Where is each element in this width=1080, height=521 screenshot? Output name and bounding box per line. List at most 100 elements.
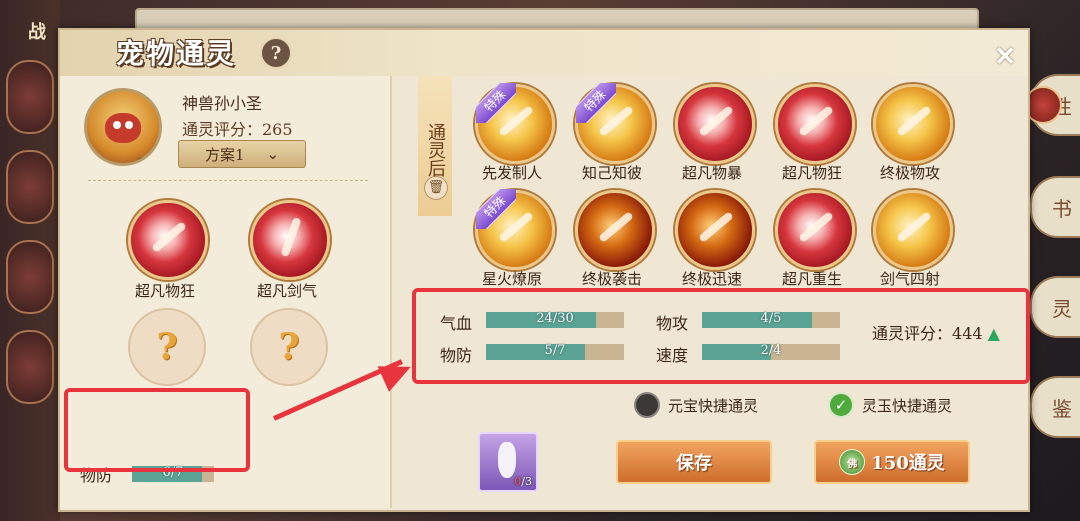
close-icon[interactable]: ✕: [994, 42, 1016, 72]
special-tag-label: 特殊: [476, 83, 516, 123]
skill-emblem-icon: [798, 211, 834, 243]
side-tab-spirit[interactable]: 灵: [1030, 276, 1080, 338]
after-stat-value: 2/4: [760, 343, 782, 358]
after-skill-10[interactable]: [873, 190, 953, 270]
triple-blade-icon: [280, 216, 302, 258]
item-count-need: /3: [521, 475, 532, 488]
after-skill-9[interactable]: [775, 190, 855, 270]
after-skill-1[interactable]: 特殊: [475, 83, 555, 164]
skill-emblem-icon: [896, 105, 932, 137]
item-count: 0/3: [514, 475, 532, 488]
after-skill-2[interactable]: 特殊: [575, 83, 655, 164]
background-orb: [6, 240, 54, 314]
skill-emblem-icon: [698, 211, 734, 243]
avatar[interactable]: 47: [84, 88, 162, 166]
skill-emblem-icon: [598, 211, 634, 243]
lingyu-coin-icon: 佛: [839, 449, 866, 475]
after-score-label: 通灵评分：: [872, 324, 953, 343]
after-stat-label: 物防: [440, 346, 473, 365]
skill-emblem-icon: [798, 105, 834, 137]
after-stat-value: 24/30: [536, 311, 574, 326]
lingyu-quick-option[interactable]: ✓ 灵玉快捷通灵: [828, 392, 952, 418]
avatar-eye: [113, 121, 121, 129]
side-tab-book[interactable]: 书: [1030, 176, 1080, 238]
question-icon[interactable]: ?: [260, 37, 292, 69]
after-skill-label: 超凡物狂: [781, 164, 842, 182]
after-stat-bar: 2/4: [702, 343, 840, 360]
chevron-down-icon: ⌄: [266, 145, 280, 163]
side-tab-label: 灵: [1052, 296, 1072, 321]
after-skill-4[interactable]: [775, 84, 855, 164]
after-score-value: 444: [952, 324, 983, 343]
after-skill-label: 终极迅速: [681, 270, 742, 288]
empty-skill-slot[interactable]: ?: [250, 308, 328, 386]
after-stat-label: 气血: [440, 314, 473, 333]
current-skill-2[interactable]: [250, 200, 330, 280]
current-skill-1-label: 超凡物狂: [134, 282, 195, 300]
after-score: 通灵评分：444 ▲: [872, 320, 1000, 344]
special-tag: 特殊: [476, 189, 516, 229]
dialog-title: 宠物通灵: [116, 37, 237, 70]
item-slot[interactable]: 0/3: [478, 432, 538, 492]
after-skill-5[interactable]: [873, 84, 953, 164]
plan-selector[interactable]: 方案1 ⌄: [178, 140, 306, 168]
after-skill-label: 剑气四射: [879, 270, 940, 288]
yuanbao-quick-label: 元宝快捷通灵: [668, 396, 759, 415]
background-left-strip: 战: [0, 0, 60, 521]
side-tab-appraise[interactable]: 鉴: [1030, 376, 1080, 438]
special-tag: 特殊: [476, 83, 516, 123]
after-stat-bar: 5/7: [486, 343, 624, 360]
after-skill-3[interactable]: [675, 84, 755, 164]
plan-label: 方案1: [204, 145, 245, 164]
special-tag: 特殊: [576, 83, 616, 123]
after-skill-label: 知己知彼: [581, 164, 642, 182]
side-tab-label: 书: [1052, 196, 1072, 221]
after-stat-bar: 4/5: [702, 311, 840, 328]
avatar-eye: [125, 121, 133, 129]
special-tag-label: 特殊: [476, 189, 516, 229]
special-tag-label: 特殊: [576, 83, 616, 123]
avatar-face: [105, 113, 141, 143]
after-stat-label: 速度: [656, 346, 689, 365]
current-skill-1[interactable]: [128, 200, 208, 280]
save-button[interactable]: 保存: [616, 440, 772, 484]
up-arrow-icon: ▲: [987, 324, 1000, 343]
after-stat-value: 4/5: [760, 311, 782, 326]
pet-level: 47: [135, 157, 152, 166]
after-skill-label: 超凡物暴: [681, 164, 742, 182]
radio-unchecked-icon: [634, 392, 660, 418]
question-mark-icon: ?: [278, 326, 300, 368]
side-tab-attributes[interactable]: 性: [1024, 74, 1080, 136]
check-icon: ✓: [828, 392, 854, 418]
skill-emblem-icon: [698, 105, 734, 137]
pet-score: 通灵评分：265: [182, 120, 293, 139]
side-tab-label: 鉴: [1052, 396, 1072, 421]
pet-name: 神兽孙小圣: [182, 94, 263, 113]
after-stat-label: 物攻: [656, 314, 689, 333]
question-mark-icon: ?: [156, 326, 178, 368]
background-orb: [6, 150, 54, 224]
background-orb: [6, 330, 54, 404]
save-button-label: 保存: [676, 453, 712, 474]
divider: [88, 180, 368, 181]
background-orb: [6, 60, 54, 134]
after-skill-7[interactable]: [575, 190, 655, 270]
trash-icon[interactable]: 🗑: [424, 176, 448, 200]
empty-skill-slot[interactable]: ?: [128, 308, 206, 386]
after-skill-8[interactable]: [675, 190, 755, 270]
after-skill-label: 先发制人: [481, 164, 542, 182]
yuanbao-quick-option[interactable]: 元宝快捷通灵: [634, 392, 758, 418]
after-skill-label: 终极物攻: [879, 164, 940, 182]
after-skill-label: 超凡重生: [781, 270, 842, 288]
current-skill-2-label: 超凡剑气: [256, 282, 317, 300]
after-stat-value: 5/7: [544, 343, 566, 358]
after-skill-6[interactable]: 特殊: [475, 189, 555, 270]
tongling-button-label: 150通灵: [871, 453, 945, 474]
left-battle-tab[interactable]: 战: [28, 18, 46, 44]
after-stat-bar: 24/30: [486, 311, 624, 328]
tongling-button[interactable]: 佛 150通灵: [814, 440, 970, 484]
dialog-header: 宠物通灵 ? ✕: [60, 30, 1028, 76]
sword-claw-icon: [151, 221, 187, 253]
highlight-box-current: [64, 388, 250, 472]
lingyu-quick-label: 灵玉快捷通灵: [862, 396, 953, 415]
